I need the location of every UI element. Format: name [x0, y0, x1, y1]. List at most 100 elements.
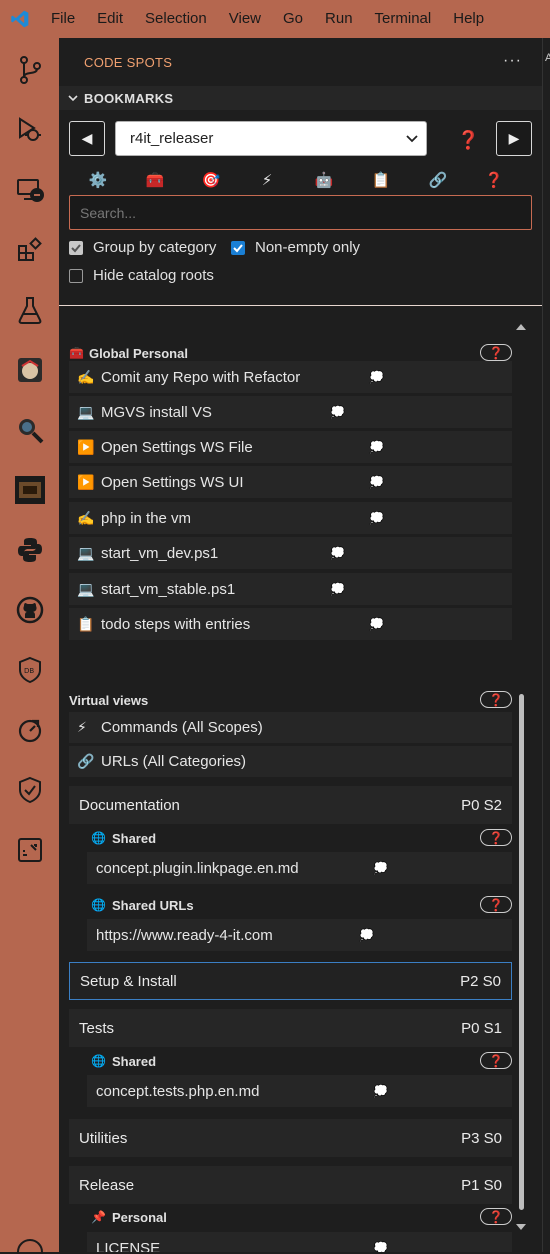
menu-edit[interactable]: Edit [86, 0, 134, 38]
search-magnifier-icon[interactable] [0, 408, 59, 452]
menu-file[interactable]: File [40, 0, 86, 38]
link-icon[interactable]: 🔗 [427, 169, 449, 191]
priority-badge: P0 S2 [461, 796, 502, 814]
menu-go[interactable]: Go [272, 0, 314, 38]
menu-selection[interactable]: Selection [134, 0, 218, 38]
account-icon[interactable] [0, 1230, 59, 1254]
run-debug-icon[interactable] [0, 108, 59, 152]
subgroup-shared-urls[interactable]: 🌐 Shared URLs [91, 895, 194, 915]
subgroup-personal[interactable]: 📌 Personal [91, 1207, 167, 1227]
more-actions-icon[interactable]: ··· [503, 52, 522, 70]
github-icon[interactable] [0, 588, 59, 632]
list-item[interactable]: 📋 todo steps with entries 💭 [69, 608, 512, 640]
dashboard-icon[interactable] [0, 828, 59, 872]
subgroup-shared[interactable]: 🌐 Shared [91, 1051, 156, 1071]
timeline-icon[interactable] [0, 708, 59, 752]
list-item[interactable]: ✍️ php in the vm 💭 [69, 502, 512, 534]
subgroup-shared[interactable]: 🌐 Shared [91, 828, 156, 848]
list-item[interactable]: LICENSE 💭 [87, 1232, 512, 1252]
help-pill[interactable]: ❓ [480, 1052, 512, 1069]
category-release[interactable]: Release P1 S0 [69, 1166, 512, 1204]
comment-icon[interactable]: 💭 [369, 617, 384, 631]
editor-tab-fragment[interactable]: A [545, 52, 550, 66]
group-global-personal[interactable]: 🧰 Global Personal [69, 344, 188, 362]
scroll-down-icon[interactable] [514, 1222, 528, 1232]
laptop-icon: 💻 [77, 580, 95, 597]
clipboard-icon: 📋 [77, 615, 95, 632]
list-item[interactable]: 🔗 URLs (All Categories) [69, 746, 512, 777]
comment-icon[interactable]: 💭 [369, 440, 384, 454]
security-shield-icon[interactable] [0, 768, 59, 812]
comment-icon[interactable]: 💭 [369, 475, 384, 489]
list-item[interactable]: ▶️ Open Settings WS File 💭 [69, 431, 512, 463]
extensions-icon[interactable] [0, 228, 59, 272]
lightning-icon[interactable]: ⚡ [256, 169, 278, 191]
comment-icon[interactable]: 💭 [330, 546, 345, 560]
bookmarks-section-header[interactable]: BOOKMARKS [59, 86, 542, 110]
hide-catalog-roots-checkbox[interactable]: Hide catalog roots [69, 267, 214, 284]
vscode-logo-icon[interactable] [0, 0, 40, 38]
comment-icon[interactable]: 💭 [359, 928, 374, 942]
source-control-icon[interactable] [0, 48, 59, 92]
target-icon[interactable]: 🎯 [200, 169, 222, 191]
subgroup-label: Shared [111, 1053, 157, 1069]
list-item[interactable]: ⚡ Commands (All Scopes) [69, 712, 512, 743]
sidebar: CODE SPOTS ··· BOOKMARKS ◀ r4it_releaser… [59, 38, 542, 1252]
game-extension-icon[interactable] [0, 468, 59, 512]
comment-icon[interactable]: 💭 [369, 370, 384, 384]
group-by-category-checkbox[interactable]: Group by category [69, 239, 216, 256]
testing-icon[interactable] [0, 288, 59, 332]
comment-icon[interactable]: 💭 [369, 511, 384, 525]
list-item[interactable]: concept.tests.php.en.md 💭 [87, 1075, 512, 1107]
group-virtual-views[interactable]: Virtual views [69, 691, 148, 709]
remote-explorer-icon[interactable] [0, 168, 59, 212]
menu-terminal[interactable]: Terminal [364, 0, 443, 38]
item-label: php in the vm [101, 509, 192, 527]
help-pill[interactable]: ❓ [480, 1208, 512, 1225]
activity-bar: DB [0, 38, 59, 1254]
scroll-up-icon[interactable] [514, 322, 528, 332]
priority-badge: P3 S0 [461, 1129, 502, 1147]
help-pill[interactable]: ❓ [480, 829, 512, 846]
comment-icon[interactable]: 💭 [373, 861, 388, 875]
list-item[interactable]: https://www.ready-4-it.com 💭 [87, 919, 512, 951]
help-icon[interactable]: ❓ [457, 130, 479, 151]
menu-view[interactable]: View [218, 0, 272, 38]
list-item[interactable]: ✍️ Comit any Repo with Refactor 💭 [69, 361, 512, 393]
help-pill[interactable]: ❓ [480, 691, 512, 708]
robot-icon[interactable]: 🤖 [313, 169, 335, 191]
comment-icon[interactable]: 💭 [373, 1084, 388, 1098]
clipboard-icon[interactable]: 📋 [370, 169, 392, 191]
comment-icon[interactable]: 💭 [330, 582, 345, 596]
settings-gear-icon[interactable]: ⚙️ [87, 169, 109, 191]
scrollbar-thumb[interactable] [519, 694, 524, 1210]
list-item[interactable]: concept.plugin.linkpage.en.md 💭 [87, 852, 512, 884]
list-item[interactable]: 💻 start_vm_dev.ps1 💭 [69, 537, 512, 569]
menu-help[interactable]: Help [442, 0, 495, 38]
search-input[interactable]: Search... [69, 195, 532, 230]
section-title: BOOKMARKS [84, 90, 174, 106]
next-button[interactable]: ▶ [496, 121, 532, 156]
menu-run[interactable]: Run [314, 0, 364, 38]
category-documentation[interactable]: Documentation P0 S2 [69, 786, 512, 824]
list-item[interactable]: 💻 start_vm_stable.ps1 💭 [69, 573, 512, 605]
category-tests[interactable]: Tests P0 S1 [69, 1009, 512, 1047]
help-pill[interactable]: ❓ [480, 344, 512, 361]
help-pill[interactable]: ❓ [480, 896, 512, 913]
list-item[interactable]: 💻 MGVS install VS 💭 [69, 396, 512, 428]
non-empty-only-checkbox[interactable]: Non-empty only [231, 239, 360, 256]
repo-select[interactable]: r4it_releaser [115, 121, 427, 156]
python-icon[interactable] [0, 528, 59, 572]
prev-button[interactable]: ◀ [69, 121, 105, 156]
toolbox-icon[interactable]: 🧰 [144, 169, 166, 191]
category-label: Utilities [79, 1129, 128, 1147]
list-item[interactable]: ▶️ Open Settings WS UI 💭 [69, 466, 512, 498]
view-title-bar: CODE SPOTS ··· [59, 38, 542, 86]
database-icon[interactable]: DB [0, 648, 59, 692]
category-utilities[interactable]: Utilities P3 S0 [69, 1119, 512, 1157]
question-icon[interactable]: ❓ [483, 169, 505, 191]
comment-icon[interactable]: 💭 [330, 405, 345, 419]
custom-extension-icon[interactable] [0, 348, 59, 392]
category-setup-install[interactable]: Setup & Install P2 S0 [69, 962, 512, 1000]
comment-icon[interactable]: 💭 [373, 1241, 388, 1252]
